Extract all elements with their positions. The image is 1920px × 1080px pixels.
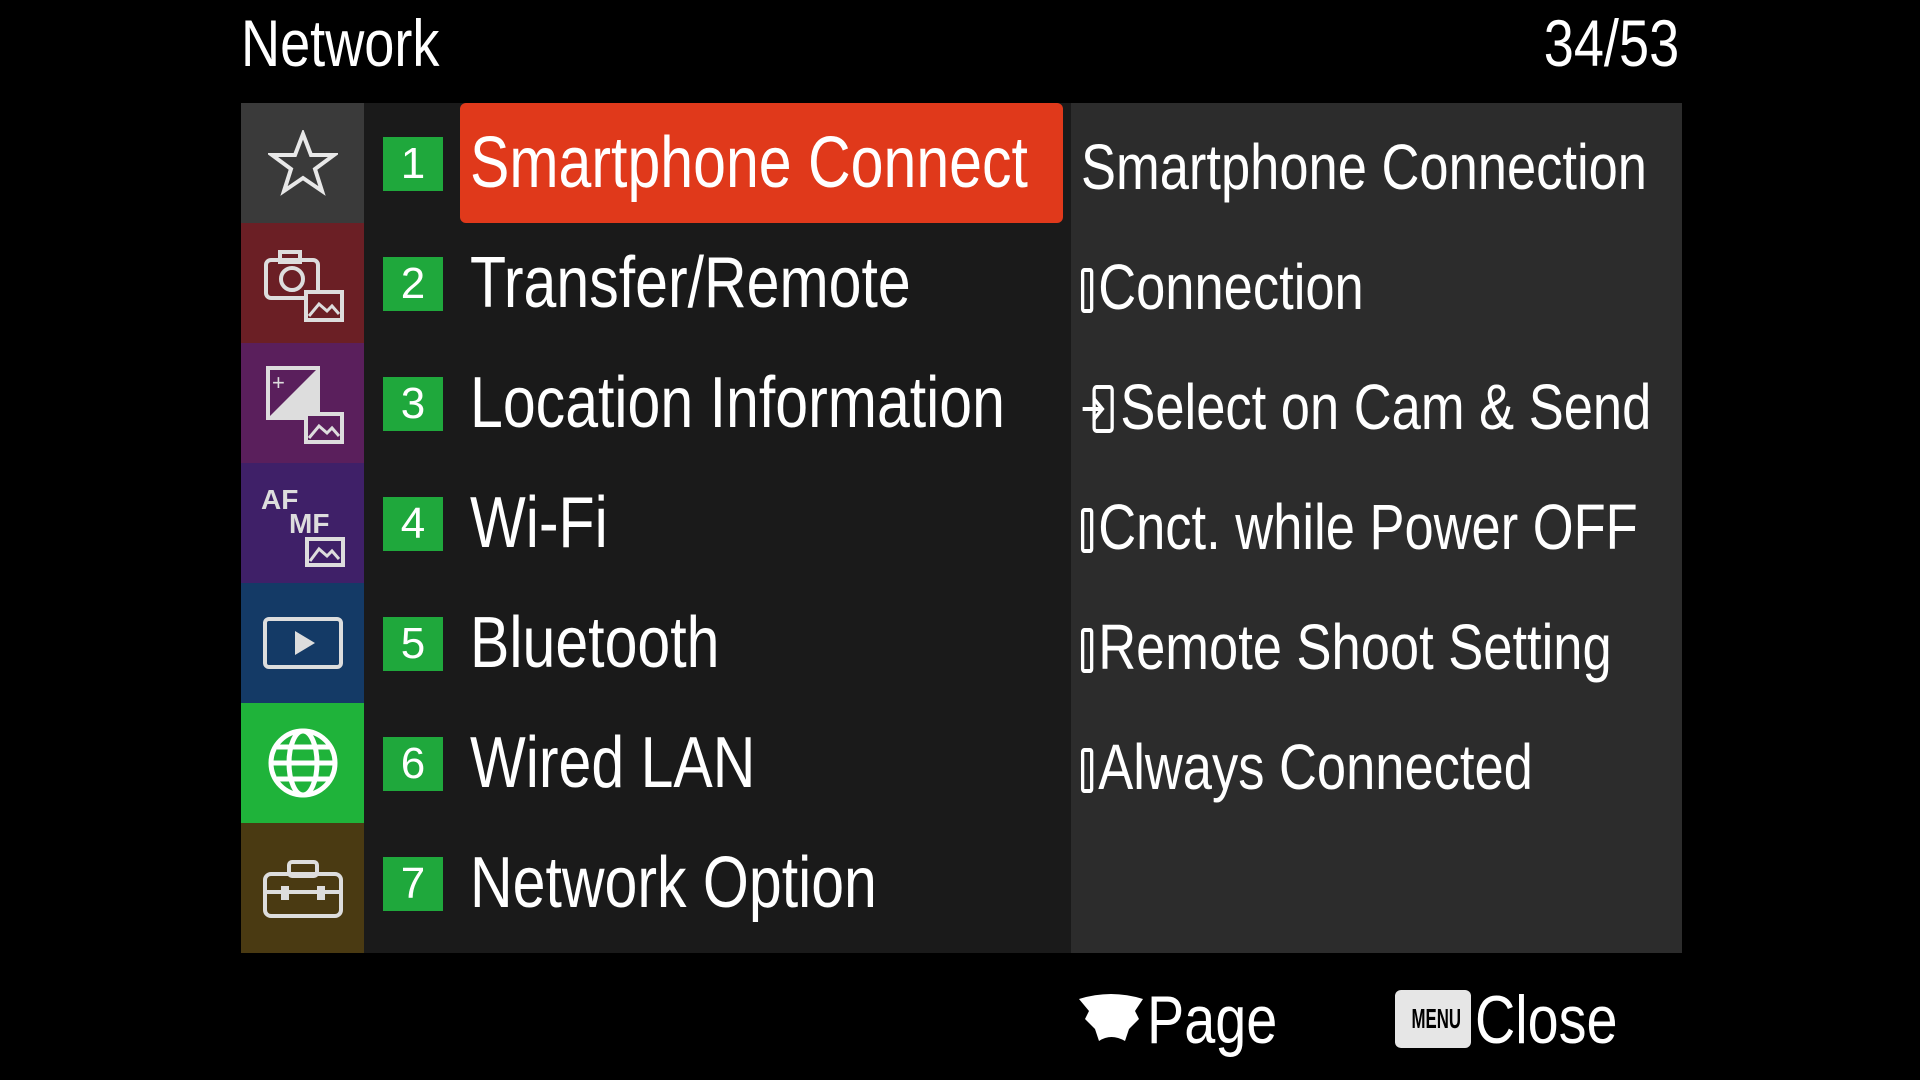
sub-item-label: Connection (1098, 251, 1364, 323)
camera-menu: + AF MF 1 Smartphone Connect 2 Transfer/… (241, 103, 1682, 953)
phone-icon (1081, 268, 1094, 313)
sub-item-remote-shoot-setting: Remote Shoot Setting (1081, 583, 1671, 703)
menu-item-label: Smartphone Connect (470, 123, 1028, 203)
sub-item-connection: Connection (1081, 223, 1671, 343)
menu-item-label: Wired LAN (470, 723, 756, 803)
menu-item-label: Bluetooth (470, 603, 720, 683)
tab-network[interactable] (241, 703, 364, 823)
item-number-badge: 6 (383, 737, 443, 791)
menu-item-label: Location Information (470, 363, 1005, 443)
tab-exposure[interactable]: + (241, 343, 364, 463)
phone-icon (1081, 748, 1094, 793)
menu-key-icon: MENU (1395, 990, 1471, 1048)
sub-item-label: Remote Shoot Setting (1098, 611, 1612, 683)
sub-item-label: Smartphone Connection (1081, 131, 1647, 203)
tab-favorites[interactable] (241, 103, 364, 223)
sub-item-select-on-cam-send: Select on Cam & Send (1081, 343, 1671, 463)
exposure-image-icon: + (265, 366, 344, 444)
phone-icon (1081, 508, 1094, 553)
sub-item-smartphone-connection: Smartphone Connection (1081, 103, 1671, 223)
send-icon (1082, 385, 1114, 433)
svg-text:+: + (272, 370, 285, 395)
camera-image-icon (263, 250, 344, 322)
menu-item-label: Network Option (470, 843, 877, 923)
sub-item-label: Select on Cam & Send (1120, 371, 1652, 443)
svg-text:MF: MF (289, 508, 329, 539)
item-number-badge: 2 (383, 257, 443, 311)
phone-icon (1081, 628, 1094, 673)
sub-item-cnct-while-power-off: Cnct. while Power OFF (1081, 463, 1671, 583)
menu-item-label: Transfer/Remote (470, 243, 911, 323)
item-number-badge: 5 (383, 617, 443, 671)
page-counter: 34/53 (1543, 6, 1679, 80)
sub-item-always-connected: Always Connected (1081, 703, 1671, 823)
tab-shooting[interactable] (241, 223, 364, 343)
tab-focus[interactable]: AF MF (241, 463, 364, 583)
sub-item-preview-panel: Smartphone Connection Connection Select … (1071, 103, 1682, 953)
sub-item-label: Always Connected (1098, 731, 1533, 803)
page-hint-label: Page (1147, 982, 1278, 1058)
item-number-badge: 3 (383, 377, 443, 431)
control-wheel-icon (1079, 994, 1143, 1041)
star-icon (267, 130, 338, 196)
af-mf-image-icon: AF MF (261, 484, 345, 567)
sub-item-label: Cnct. while Power OFF (1098, 491, 1638, 563)
playback-icon (262, 617, 343, 669)
item-number-badge: 1 (383, 137, 443, 191)
item-number-badge: 7 (383, 857, 443, 911)
menu-item-label: Wi-Fi (470, 483, 608, 563)
category-tab-column: + AF MF (241, 103, 364, 953)
toolbox-icon (262, 860, 343, 918)
tab-playback[interactable] (241, 583, 364, 703)
close-hint-label: Close (1475, 982, 1618, 1058)
item-number-badge: 4 (383, 497, 443, 551)
globe-icon (268, 728, 337, 798)
menu-category-title: Network (241, 6, 440, 80)
tab-setup[interactable] (241, 823, 364, 953)
